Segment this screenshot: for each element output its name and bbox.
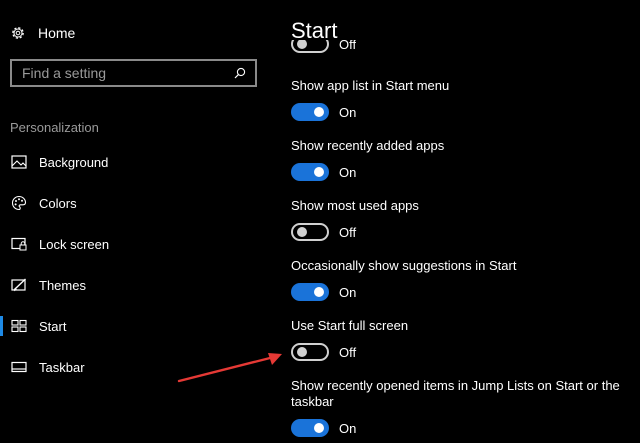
toggle-state: Off [339,224,357,240]
toggle-state: Off [339,40,357,52]
annotation-arrow-icon [177,353,282,383]
home-link[interactable]: Home [10,22,75,44]
toggle-most-used-apps[interactable]: Off [291,223,356,241]
toggle-switch[interactable] [291,223,329,241]
palette-icon [11,195,27,211]
toggle-suggestions[interactable]: On [291,283,356,301]
toggle-switch[interactable] [291,103,329,121]
setting-jump-lists: Show recently opened items in Jump Lists… [291,378,636,442]
sidebar-item-lock-screen[interactable]: Lock screen [0,229,270,259]
home-label: Home [38,25,76,41]
taskbar-icon [11,359,27,375]
active-indicator [0,316,3,336]
setting-suggestions: Occasionally show suggestions in Start O… [291,258,636,306]
toggle-switch[interactable] [291,283,329,301]
sidebar-item-colors[interactable]: Colors [0,188,270,218]
toggle-state: On [339,164,357,180]
toggle-switch[interactable] [291,163,329,181]
sidebar-item-label: Start [39,318,67,334]
image-icon [11,154,27,170]
toggle-switch[interactable] [291,419,329,437]
page-title: Start [291,18,338,43]
sidebar-item-label: Background [39,154,109,170]
sidebar-item-themes[interactable]: Themes [0,270,270,300]
search-input[interactable] [22,65,233,81]
themes-icon [11,277,27,293]
gear-icon [10,25,26,41]
setting-label: Show app list in Start menu [291,78,450,93]
search-icon[interactable] [233,66,247,80]
setting-label: Show recently opened items in Jump Lists… [291,378,620,409]
toggle-show-app-list[interactable]: On [291,103,356,121]
toggle-state: On [339,420,357,436]
setting-label: Use Start full screen [291,318,409,333]
sidebar-item-label: Themes [39,277,86,293]
setting-most-used-apps: Show most used apps Off [291,198,636,246]
setting-recently-added-apps: Show recently added apps On [291,138,636,186]
toggle-full-screen[interactable]: Off [291,343,356,361]
sidebar-item-label: Colors [39,195,77,211]
setting-label: Show recently added apps [291,138,445,153]
setting-label: Show most used apps [291,198,419,213]
toggle-state: On [339,104,357,120]
section-personalization: Personalization [10,120,99,135]
sidebar-item-label: Taskbar [39,359,85,375]
setting-show-app-list: Show app list in Start menu On [291,78,636,126]
setting-label: Occasionally show suggestions in Start [291,258,517,273]
sidebar-item-label: Lock screen [39,236,110,252]
sidebar-item-background[interactable]: Background [0,147,270,177]
toggle-switch[interactable] [291,343,329,361]
sidebar-item-start[interactable]: Start [0,311,270,341]
toggle-state: Off [339,344,357,360]
settings-content: Off Start Show app list in Start menu On… [291,0,640,443]
setting-full-screen: Use Start full screen Off [291,318,636,366]
toggle-recently-added-apps[interactable]: On [291,163,356,181]
toggle-jump-lists[interactable]: On [291,419,356,437]
toggle-state: On [339,284,357,300]
lock-screen-icon [11,236,27,252]
start-icon [11,318,27,334]
search-box[interactable] [10,59,257,87]
